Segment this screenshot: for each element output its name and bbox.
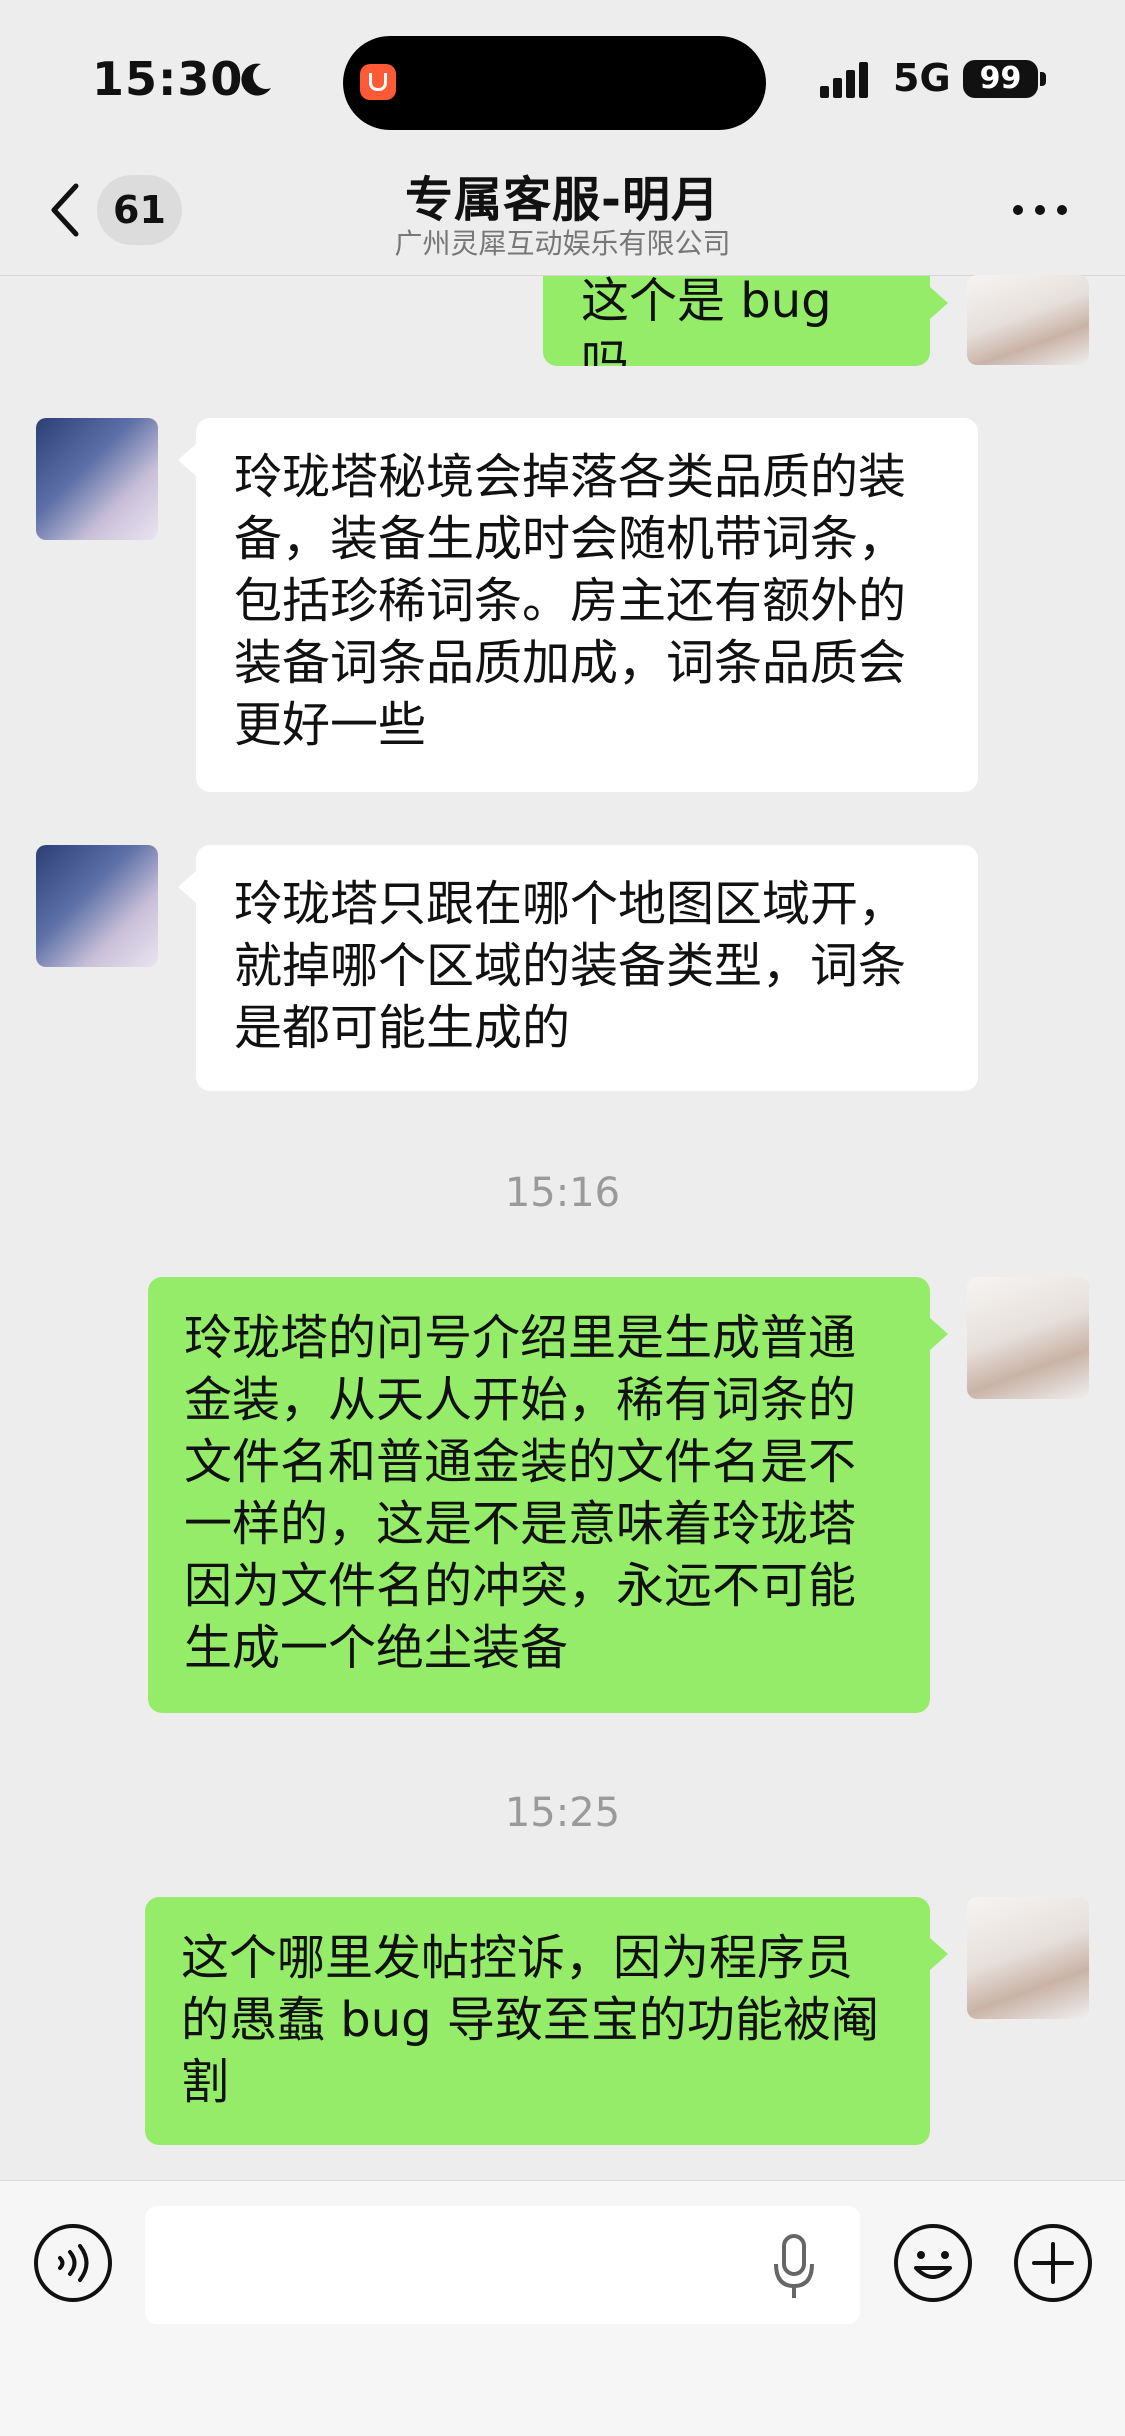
bubble-tail	[178, 444, 196, 476]
chat-title: 专属客服-明月	[405, 172, 720, 228]
message-input[interactable]	[145, 2206, 860, 2324]
message-bubble-user[interactable]: 玲珑塔的问号介绍里是生成普通金装，从天人开始，稀有词条的文件名和普通金装的文件名…	[148, 1277, 930, 1713]
network-type: 5G	[893, 56, 951, 100]
user-avatar[interactable]	[967, 1897, 1089, 2019]
voice-icon[interactable]	[32, 2222, 114, 2304]
message-text: 玲珑塔的问号介绍里是生成普通金装，从天人开始，稀有词条的文件名和普通金装的文件名…	[184, 1310, 857, 1676]
timestamp: 15:25	[504, 1790, 621, 1836]
plus-icon[interactable]	[1012, 2222, 1094, 2304]
message-bubble-agent[interactable]: 玲珑塔秘境会掉落各类品质的装备，装备生成时会随机带词条，包括珍稀词条。房主还有额…	[196, 418, 978, 792]
message-text: 这个是 bug 吗	[581, 273, 832, 391]
user-avatar[interactable]	[967, 275, 1089, 365]
emoji-icon[interactable]	[892, 2222, 974, 2304]
app-indicator-icon	[360, 64, 396, 100]
agent-avatar[interactable]	[36, 845, 158, 967]
bubble-tail	[178, 871, 196, 903]
bubble-tail	[930, 1318, 948, 1350]
signal-icon	[820, 62, 868, 98]
message-bubble-agent[interactable]: 玲珑塔只跟在哪个地图区域开，就掉哪个区域的装备类型，词条是都可能生成的	[196, 845, 978, 1091]
message-bubble-user[interactable]: 这个哪里发帖控诉，因为程序员的愚蠢 bug 导致至宝的功能被阉割	[145, 1897, 930, 2145]
chat-screen: 15:30 5G 99 61 专属客服-明月 广州灵犀互动娱乐有限公司 这个是 …	[0, 0, 1125, 2436]
dynamic-island	[343, 36, 766, 130]
bubble-tail	[930, 1938, 948, 1970]
bubble-tail	[930, 287, 948, 319]
message-text: 这个哪里发帖控诉，因为程序员的愚蠢 bug 导致至宝的功能被阉割	[181, 1930, 879, 2110]
message-text: 玲珑塔只跟在哪个地图区域开，就掉哪个区域的装备类型，词条是都可能生成的	[234, 876, 907, 1056]
battery-tip	[1040, 72, 1046, 86]
status-time: 15:30	[92, 52, 244, 106]
agent-avatar[interactable]	[36, 418, 158, 540]
more-icon[interactable]	[1010, 195, 1070, 225]
timestamp: 15:16	[504, 1170, 621, 1216]
mic-icon[interactable]	[770, 2232, 818, 2302]
user-avatar[interactable]	[967, 1277, 1089, 1399]
battery-indicator: 99	[963, 60, 1038, 98]
moon-icon	[241, 63, 271, 96]
message-text: 玲珑塔秘境会掉落各类品质的装备，装备生成时会随机带词条，包括珍稀词条。房主还有额…	[234, 449, 907, 753]
chat-subtitle: 广州灵犀互动娱乐有限公司	[394, 227, 731, 260]
